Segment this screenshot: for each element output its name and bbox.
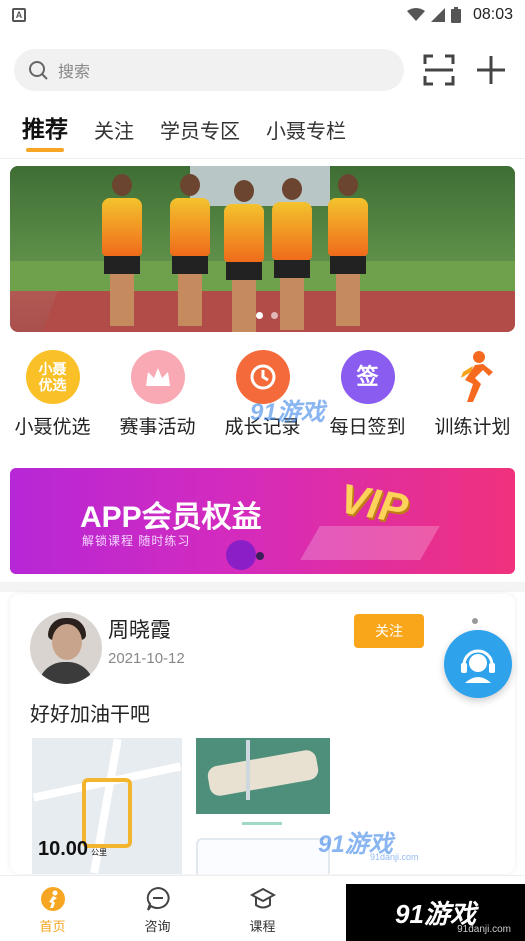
vip-decor-ball [226,540,256,570]
wifi-icon [406,8,425,21]
customer-service-button[interactable] [444,630,512,698]
banner-runner [272,178,312,332]
post-image-map[interactable]: 10.00 公里 [32,738,182,874]
post-date: 2021-10-12 [108,650,185,667]
carousel-dot[interactable] [256,312,263,319]
runner-icon [446,350,500,404]
brand-watermark: 91游戏 91danji.com [346,884,525,941]
battery-icon [450,7,461,23]
quick-nav-checkin[interactable]: 签 每日签到 [315,350,420,439]
quick-nav-label: 赛事活动 [119,417,196,438]
vip-plate [300,526,440,560]
chat-icon [144,885,172,913]
course-icon [249,885,277,913]
quick-nav-label: 每日签到 [329,417,406,438]
nav-label: 首页 [39,919,66,934]
search-icon [29,61,48,80]
plus-icon [477,56,505,84]
banner-runner [224,180,264,332]
post-image-screenshot[interactable] [196,838,330,874]
headset-icon [461,649,495,683]
quick-nav-training[interactable]: 训练计划 [420,350,525,439]
author-name[interactable]: 周晓霞 [108,614,171,644]
search-row: 搜索 [14,48,511,92]
watermark: 91游戏 [250,399,325,426]
map-distance: 10.00 公里 [38,838,108,860]
banner-runner [328,174,368,332]
vip-banner[interactable]: APP会员权益 解锁课程 随时练习 VIP [10,468,515,574]
app-notification-icon: A [12,8,26,22]
quick-nav-label: 训练计划 [434,417,511,438]
carousel-dot[interactable] [271,312,278,319]
post-card[interactable]: 周晓霞 2021-10-12 关注 好好加油干吧 10.00 公里 [10,594,515,874]
vip-badge: VIP [336,474,412,533]
tab-column[interactable]: 小聂专栏 [266,115,346,152]
tab-recommend[interactable]: 推荐 [22,110,68,152]
banner-runner [102,174,142,332]
image-indicator [242,822,282,825]
status-bar: A 08:03 [0,0,525,30]
avatar[interactable] [30,612,102,684]
quick-nav-events[interactable]: 赛事活动 [105,350,210,439]
follow-button[interactable]: 关注 [354,614,424,648]
select-badge-icon: 小聂 优选 [25,350,80,404]
status-icons: 08:03 [406,6,513,24]
carousel-indicator [256,312,278,319]
section-gap [0,582,525,592]
post-image-photo[interactable] [196,738,330,814]
clock-time: 08:03 [472,6,513,23]
quick-nav-label: 小聂优选 [14,417,91,438]
home-runner-icon [39,885,67,913]
checkin-icon: 签 [340,350,395,404]
vip-subtitle: 解锁课程 随时练习 [82,534,191,548]
search-input[interactable]: 搜索 [14,49,404,91]
tab-student-zone[interactable]: 学员专区 [160,115,240,152]
vip-title: APP会员权益 [80,501,262,534]
banner-runner [170,174,210,332]
tab-following[interactable]: 关注 [94,115,134,152]
nav-label: 课程 [249,919,276,934]
search-placeholder: 搜索 [58,64,91,81]
nav-label: 咨询 [144,919,171,934]
vip-page-dot [256,552,264,560]
nav-course[interactable]: 课程 [210,876,315,941]
more-icon[interactable] [472,618,478,624]
post-text: 好好加油干吧 [30,704,150,726]
nav-home[interactable]: 首页 [0,876,105,941]
crown-icon [130,350,185,404]
brand-url: 91danji.com [457,924,511,935]
scan-icon [423,54,455,86]
nav-consult[interactable]: 咨询 [105,876,210,941]
scan-button[interactable] [422,53,456,87]
signal-icon [430,8,445,22]
tab-divider [0,158,525,159]
category-tabs: 推荐 关注 学员专区 小聂专栏 [22,110,372,152]
banner-carousel[interactable] [10,166,515,332]
quick-nav-select[interactable]: 小聂 优选 小聂优选 [0,350,105,439]
add-button[interactable] [474,53,508,87]
watermark-url: 91danji.com [370,852,419,862]
